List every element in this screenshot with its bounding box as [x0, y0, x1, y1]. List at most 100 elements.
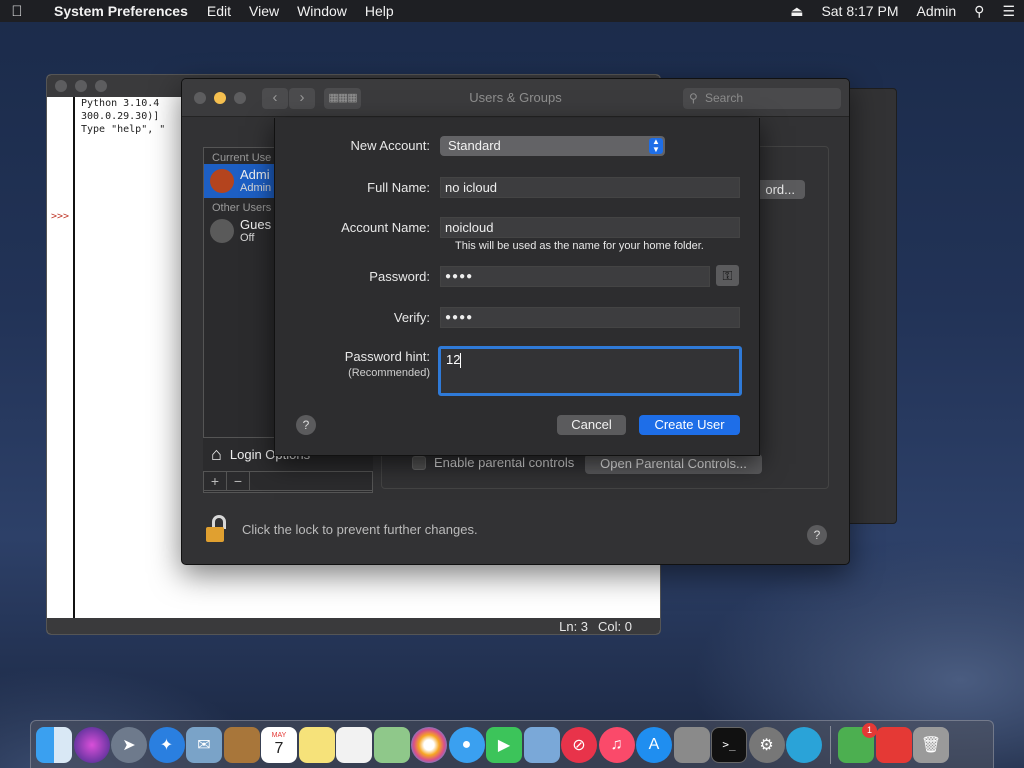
- disk-utility-icon[interactable]: [673, 726, 710, 763]
- control-center-icon[interactable]: ☰: [993, 3, 1024, 20]
- python-prompt: >>>: [51, 211, 70, 222]
- cancel-button[interactable]: Cancel: [557, 415, 626, 435]
- preview-icon[interactable]: [523, 726, 560, 763]
- full-name-label: Full Name:: [367, 180, 430, 195]
- dock: ➤ ✦ ✉ MAY 7 ● ▶ ⊘ ♫ A >_ ⚙ 1 🗑: [30, 720, 994, 768]
- add-user-button[interactable]: +: [204, 472, 227, 490]
- launchpad-rocket-icon[interactable]: ➤: [111, 726, 147, 763]
- menu-app-name[interactable]: System Preferences: [34, 3, 198, 19]
- close-button[interactable]: [194, 91, 206, 104]
- show-all-grid-icon[interactable]: ▦▦▦: [324, 88, 361, 109]
- python-statusbar: Ln: 3 Col: 0: [47, 618, 660, 634]
- calendar-month: MAY: [271, 731, 287, 739]
- status-line: Ln: 3: [559, 618, 589, 634]
- new-account-sheet: New Account: Standard ▲ ▼ Full Name: no i…: [274, 118, 760, 456]
- account-type-value: Standard: [448, 138, 501, 153]
- help-button[interactable]: ?: [296, 415, 316, 435]
- user-name: Gues: [240, 217, 272, 232]
- guest-avatar: [210, 219, 234, 243]
- enable-parental-checkbox[interactable]: [412, 455, 426, 470]
- notification-badge: 1: [862, 722, 877, 738]
- system-preferences-gear-icon[interactable]: ⚙: [748, 726, 785, 763]
- python-line: 300.0.29.30)]: [81, 111, 160, 122]
- line-gutter: [47, 97, 75, 618]
- password-label: Password:: [369, 269, 430, 284]
- help-button[interactable]: ?: [807, 525, 827, 545]
- news-icon[interactable]: ⊘: [561, 726, 597, 763]
- music-note-icon[interactable]: ♫: [598, 726, 635, 763]
- search-input[interactable]: ⚲ Search: [683, 88, 841, 109]
- full-name-field[interactable]: no icloud: [440, 177, 740, 198]
- app-store-icon[interactable]: A: [636, 726, 672, 763]
- enable-parental-label: Enable parental controls: [434, 455, 575, 470]
- password-assistant-key-icon[interactable]: ⚿: [716, 265, 739, 286]
- search-icon: ⚲: [689, 91, 698, 105]
- house-icon: ⌂: [211, 444, 222, 464]
- siri-icon[interactable]: [73, 726, 110, 763]
- python-output[interactable]: Python 3.10.4 300.0.29.30)] Type "help",…: [81, 97, 165, 136]
- calendar-icon[interactable]: MAY 7: [261, 726, 297, 763]
- avatar: [210, 169, 234, 193]
- password-field[interactable]: ●●●●: [440, 266, 710, 287]
- add-remove-bar: + −: [203, 471, 373, 491]
- menu-bar:  System Preferences Edit View Window He…: [0, 0, 1024, 22]
- password-hint-label: Password hint: (Recommended): [345, 349, 430, 379]
- menu-view[interactable]: View: [240, 3, 288, 19]
- python-line: Type "help", ": [81, 124, 166, 135]
- account-type-select[interactable]: Standard ▲ ▼: [440, 136, 665, 156]
- trash-icon[interactable]: 🗑: [913, 726, 949, 763]
- lock-text: Click the lock to prevent further change…: [242, 521, 478, 537]
- password-hint-text: Password hint:: [344, 349, 430, 364]
- close-button[interactable]: [55, 80, 67, 92]
- zoom-button[interactable]: [234, 91, 246, 104]
- calendar-day: 7: [274, 739, 284, 757]
- python-installer-icon[interactable]: 1: [838, 722, 877, 763]
- menu-edit[interactable]: Edit: [198, 3, 240, 19]
- messages-bubble-icon[interactable]: ●: [448, 726, 485, 763]
- eject-icon[interactable]: ⏏: [781, 3, 812, 20]
- minimize-button[interactable]: [75, 80, 87, 92]
- spotlight-search-icon[interactable]: ⚲: [965, 3, 993, 20]
- edge-browser-icon[interactable]: [786, 726, 822, 763]
- password-hint-recommended: (Recommended): [348, 367, 430, 379]
- menu-window[interactable]: Window: [288, 3, 356, 19]
- account-name-field[interactable]: noicloud: [440, 217, 740, 238]
- verify-field[interactable]: ●●●●: [440, 307, 740, 328]
- facetime-camera-icon[interactable]: ▶: [486, 726, 522, 763]
- back-button[interactable]: ‹: [262, 88, 288, 109]
- open-parental-controls-button[interactable]: Open Parental Controls...: [585, 454, 762, 474]
- magnet-app-icon[interactable]: [875, 726, 912, 763]
- lock-row: Click the lock to prevent further change…: [206, 515, 478, 543]
- verify-label: Verify:: [393, 310, 430, 325]
- create-user-button[interactable]: Create User: [639, 415, 740, 435]
- forward-button[interactable]: ›: [289, 88, 315, 109]
- account-name-note: This will be used as the name for your h…: [455, 240, 704, 252]
- lock-icon[interactable]: [206, 515, 228, 543]
- notes-icon[interactable]: [298, 726, 335, 763]
- dock-separator: [829, 725, 831, 764]
- remove-user-button[interactable]: −: [227, 472, 250, 490]
- password-hint-field[interactable]: 12: [438, 346, 742, 396]
- account-name-label: Account Name:: [341, 220, 430, 235]
- apple-menu-icon[interactable]: : [0, 3, 34, 20]
- menu-help[interactable]: Help: [356, 3, 403, 19]
- terminal-icon[interactable]: >_: [711, 726, 747, 763]
- menu-user[interactable]: Admin: [907, 3, 965, 19]
- finder-icon[interactable]: [36, 726, 72, 763]
- text-cursor: [460, 353, 462, 369]
- maps-icon[interactable]: [373, 726, 410, 763]
- mail-stamp-icon[interactable]: ✉: [186, 726, 222, 763]
- user-status: Off: [240, 232, 255, 244]
- zoom-button[interactable]: [95, 80, 107, 92]
- new-account-label: New Account:: [350, 138, 431, 153]
- python-line: Python 3.10.4: [81, 98, 160, 109]
- contacts-book-icon[interactable]: [223, 726, 260, 763]
- photos-flower-icon[interactable]: [411, 726, 447, 763]
- minimize-button[interactable]: [214, 91, 226, 104]
- menu-clock[interactable]: Sat 8:17 PM: [812, 3, 907, 19]
- safari-compass-icon[interactable]: ✦: [148, 726, 185, 763]
- user-name: Admi: [240, 167, 270, 182]
- search-placeholder: Search: [705, 91, 744, 105]
- chevron-updown-icon: ▲ ▼: [649, 138, 663, 154]
- reminders-icon[interactable]: [336, 726, 372, 763]
